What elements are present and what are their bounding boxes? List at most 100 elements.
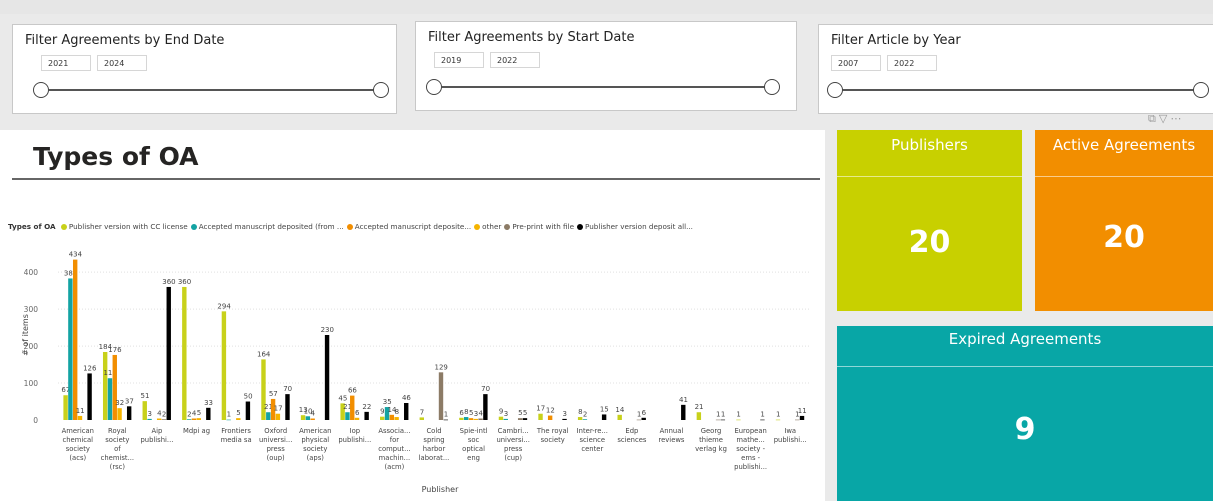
x-tick-label: Mdpi ag <box>183 427 210 435</box>
bar <box>221 311 227 420</box>
bar <box>245 401 251 420</box>
visual-header-icons: ⧉▽⋯ <box>1148 112 1213 128</box>
filter-article-year-from[interactable]: 2007 <box>831 55 881 71</box>
bar <box>126 406 132 420</box>
data-label: 4 <box>311 410 316 418</box>
x-tick-label: thieme <box>699 436 723 444</box>
data-label: 70 <box>481 385 490 393</box>
bar <box>324 335 330 420</box>
data-label: 1 <box>227 411 231 419</box>
data-label: 4 <box>479 410 484 418</box>
filter-end-date-slider-start-handle[interactable] <box>33 82 49 98</box>
bar <box>107 378 113 420</box>
data-label: 294 <box>217 302 231 310</box>
x-tick-label: harbor <box>423 445 446 453</box>
bar <box>522 418 528 420</box>
y-tick-label: 100 <box>24 379 39 388</box>
filter-end-date-title: Filter Agreements by End Date <box>25 33 225 48</box>
bar <box>87 373 92 420</box>
bar <box>285 394 290 420</box>
x-tick-label: Oxford <box>264 427 287 435</box>
bar <box>463 417 469 420</box>
x-tick-label: Aip <box>152 427 163 435</box>
x-tick-label: optical <box>462 445 485 453</box>
x-tick-label: Royal <box>108 427 127 435</box>
filter-start-date-from[interactable]: 2019 <box>434 52 484 68</box>
x-tick-label: (cup) <box>504 454 522 462</box>
bar <box>562 418 567 420</box>
publishers-card-value: 20 <box>908 225 951 260</box>
bar <box>182 286 187 420</box>
expired-agreements-card: Expired Agreements 9 <box>837 326 1213 501</box>
data-label: 9 <box>380 408 384 416</box>
bar <box>102 352 108 420</box>
filter-start-date-slider-start-handle[interactable] <box>426 79 442 95</box>
x-tick-label: Iop <box>350 427 360 435</box>
x-tick-label: Cambri... <box>498 427 529 435</box>
bar <box>275 413 281 420</box>
data-label: 126 <box>83 364 97 372</box>
x-tick-label: European <box>734 427 766 435</box>
data-label: 21 <box>695 403 704 411</box>
x-tick-label: Associa... <box>378 427 410 435</box>
bar <box>438 372 444 420</box>
bar <box>63 395 68 420</box>
bar <box>601 414 607 420</box>
bar <box>300 415 306 420</box>
x-tick-label: soc <box>468 436 480 444</box>
bar <box>696 412 702 420</box>
active-agreements-card-value: 20 <box>1103 220 1145 255</box>
bar <box>196 418 201 420</box>
filter-end-date-slider-end-handle[interactable] <box>373 82 389 98</box>
data-label: 3 <box>563 410 567 418</box>
data-label: 434 <box>69 251 83 259</box>
expired-agreements-card-divider <box>837 366 1213 367</box>
x-tick-label: Spie-intl <box>460 427 488 435</box>
x-tick-label: society - <box>736 445 765 453</box>
data-label: 5 <box>197 409 201 417</box>
bar <box>354 417 360 420</box>
filter-article-year-slider-track[interactable] <box>841 89 1201 91</box>
bar <box>156 418 162 420</box>
x-tick-label: comput... <box>378 445 410 453</box>
data-label: 57 <box>269 390 278 398</box>
publishers-card-divider <box>837 176 1022 177</box>
x-tick-label: ems - <box>741 454 761 462</box>
bar <box>206 407 211 420</box>
data-label: 50 <box>244 393 253 401</box>
filter-start-date-slider-end-handle[interactable] <box>764 79 780 95</box>
filter-article-year-to[interactable]: 2022 <box>887 55 937 71</box>
bar <box>498 416 504 420</box>
focus-icon[interactable]: ⧉ <box>1148 112 1159 125</box>
filter-icon[interactable]: ▽ <box>1159 112 1170 125</box>
bar <box>503 418 508 420</box>
filter-start-date-slider-track[interactable] <box>442 86 772 88</box>
more-icon[interactable]: ⋯ <box>1170 112 1184 125</box>
bar <box>186 419 192 420</box>
bar <box>310 418 315 420</box>
filter-end-date: Filter Agreements by End Date 2021 2024 <box>12 24 397 114</box>
filter-start-date-to[interactable]: 2022 <box>490 52 540 68</box>
filter-end-date-slider-track[interactable] <box>49 89 374 91</box>
data-label: 5 <box>518 409 522 417</box>
x-axis-title: Publisher <box>422 485 459 494</box>
types-of-oa-bar-chart: 0100200300400# of itemsPublisher67383434… <box>21 251 810 494</box>
data-label: 46 <box>402 394 411 402</box>
x-tick-label: chemist... <box>101 454 134 462</box>
bar <box>473 418 478 420</box>
filter-article-year-slider-start-handle[interactable] <box>827 82 843 98</box>
expired-agreements-card-value: 9 <box>1014 412 1036 447</box>
data-label: 11 <box>76 407 85 415</box>
y-axis-title: # of items <box>21 314 30 356</box>
bar <box>380 416 385 420</box>
filter-article-year-slider-end-handle[interactable] <box>1193 82 1209 98</box>
data-label: 2 <box>583 410 587 418</box>
y-tick-label: 400 <box>24 268 39 277</box>
filter-end-date-from[interactable]: 2021 <box>41 55 91 71</box>
x-tick-label: universi... <box>259 436 292 444</box>
x-tick-label: media sa <box>221 436 252 444</box>
bar <box>72 259 78 420</box>
filter-end-date-to[interactable]: 2024 <box>97 55 147 71</box>
bar <box>617 414 622 420</box>
data-label: 1 <box>760 411 764 419</box>
